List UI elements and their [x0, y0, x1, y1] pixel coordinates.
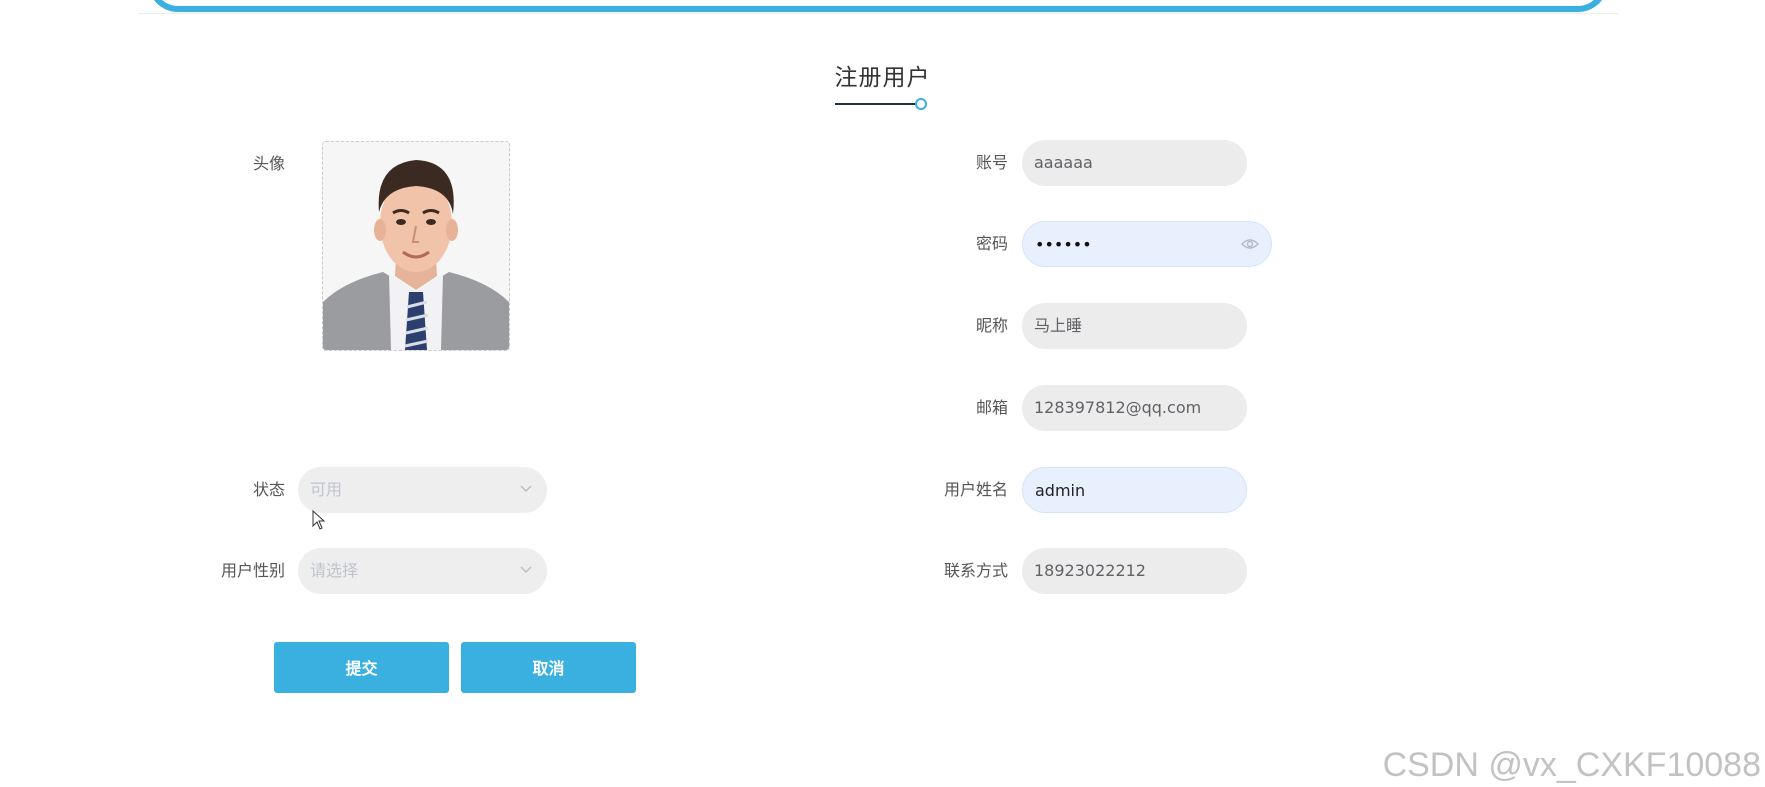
watermark: CSDN @vx_CXKF10088	[1382, 746, 1761, 784]
realname-label: 用户姓名	[943, 480, 1008, 499]
phone-input[interactable]: 18923022212	[1022, 548, 1247, 594]
account-input[interactable]: aaaaaa	[1022, 140, 1247, 186]
phone-label: 联系方式	[943, 561, 1008, 580]
email-input[interactable]: 128397812@qq.com	[1022, 385, 1247, 431]
top-banner-frame	[148, 0, 1608, 12]
submit-button[interactable]: 提交	[274, 642, 449, 693]
gender-placeholder: 请选择	[310, 561, 359, 580]
gender-select[interactable]: 请选择	[298, 548, 547, 594]
status-label: 状态	[252, 480, 285, 499]
avatar-photo	[323, 142, 509, 350]
cancel-button[interactable]: 取消	[461, 642, 636, 693]
status-select[interactable]: 可用	[298, 467, 547, 513]
password-input[interactable]: ••••••	[1022, 221, 1272, 267]
title-underline-dot	[915, 98, 927, 110]
account-label: 账号	[975, 153, 1008, 172]
gender-label: 用户性别	[220, 561, 285, 580]
nickname-input[interactable]: 马上睡	[1022, 303, 1247, 349]
page-title: 注册用户	[834, 65, 931, 91]
realname-input[interactable]: admin	[1022, 467, 1247, 513]
password-value: ••••••	[1035, 235, 1092, 254]
email-label: 邮箱	[975, 398, 1008, 417]
top-divider	[138, 13, 1618, 14]
mouse-cursor-icon	[312, 510, 326, 530]
avatar-upload[interactable]	[322, 141, 510, 351]
chevron-down-icon	[520, 485, 532, 492]
title-underline	[835, 103, 922, 105]
eye-icon[interactable]	[1241, 237, 1259, 251]
password-label: 密码	[975, 234, 1008, 253]
status-value: 可用	[310, 480, 343, 499]
avatar-label: 头像	[252, 154, 285, 173]
register-page: 注册用户 头像 账号 aaaaaa 密码 •••••• 昵称 马上睡 邮箱 12…	[0, 0, 1765, 787]
chevron-down-icon	[520, 566, 532, 573]
nickname-label: 昵称	[975, 316, 1008, 335]
